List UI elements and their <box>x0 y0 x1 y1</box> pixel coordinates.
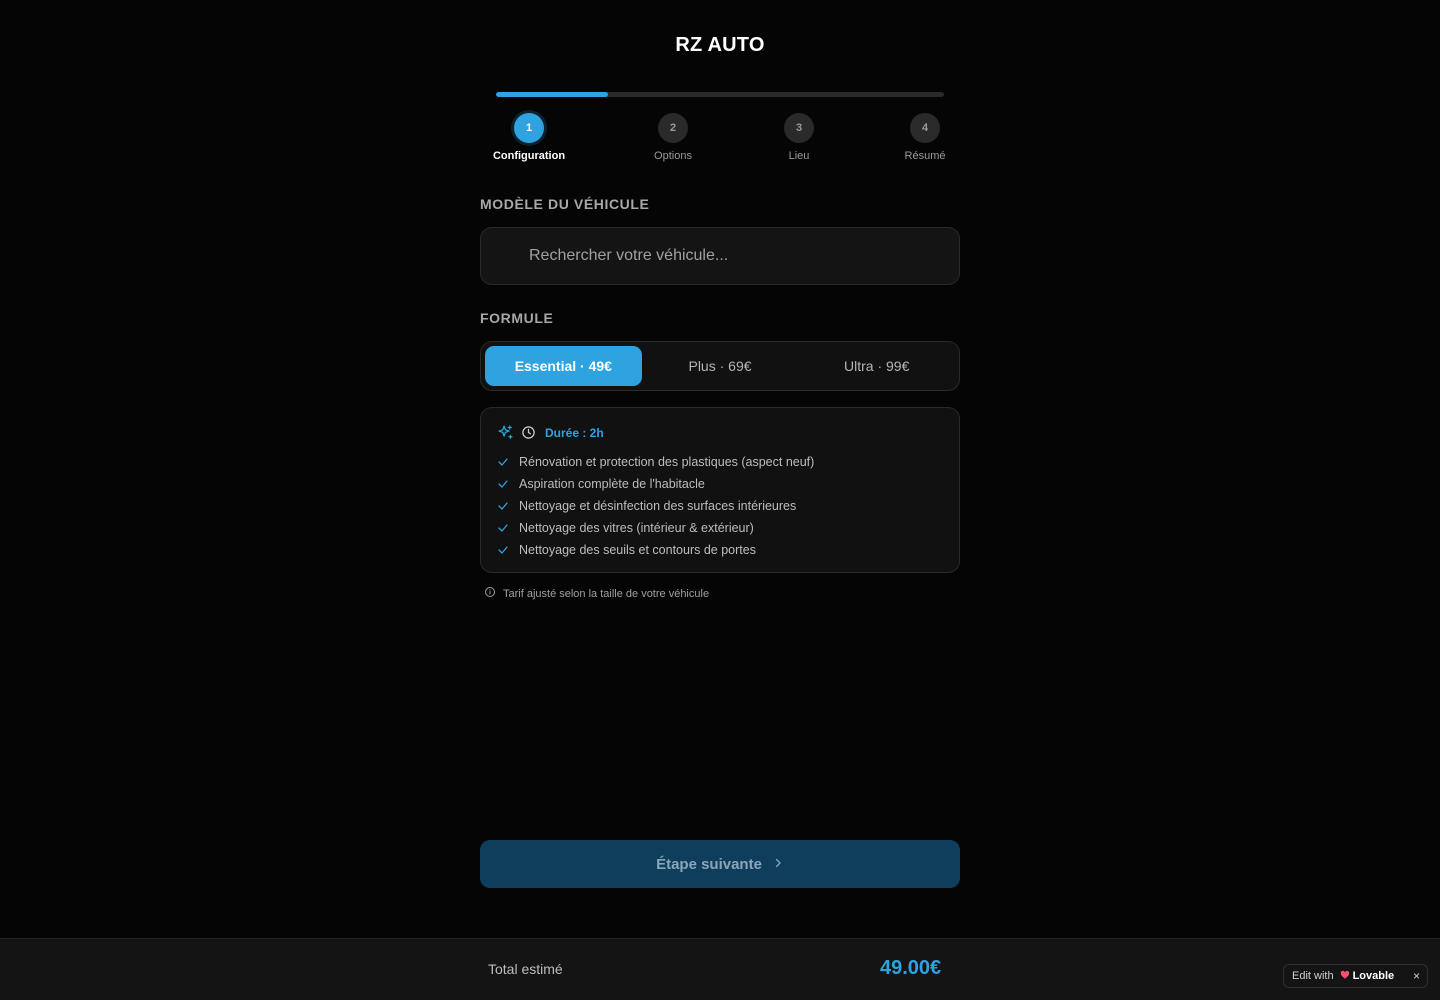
step-label: Configuration <box>492 150 566 162</box>
app-title: RZ AUTO <box>675 34 765 56</box>
vehicle-search-box[interactable] <box>480 227 960 285</box>
edit-with-lovable-badge[interactable]: Edit with Lovable × <box>1283 964 1428 988</box>
list-item: Aspiration complète de l'habitacle <box>497 473 943 495</box>
step-label: Résumé <box>904 150 946 162</box>
lovable-heart-icon <box>1340 970 1350 983</box>
formula-option-plus[interactable]: Plus · 69€ <box>642 346 799 386</box>
formula-selector: Essential · 49€ Plus · 69€ Ultra · 99€ <box>480 341 960 391</box>
feature-text: Nettoyage des seuils et contours de port… <box>519 543 756 557</box>
vehicle-section-label: MODÈLE DU VÉHICULE <box>480 196 650 212</box>
feature-text: Nettoyage et désinfection des surfaces i… <box>519 499 797 513</box>
feature-text: Rénovation et protection des plastiques … <box>519 455 815 469</box>
list-item: Rénovation et protection des plastiques … <box>497 451 943 473</box>
next-step-button[interactable]: Étape suivante <box>480 840 960 888</box>
badge-brand: Lovable <box>1352 970 1395 982</box>
list-item: Nettoyage des seuils et contours de port… <box>497 539 943 561</box>
next-step-label: Étape suivante <box>656 855 762 873</box>
progress-bar <box>496 92 944 97</box>
step-number: 1 <box>514 113 544 143</box>
feature-text: Nettoyage des vitres (intérieur & extéri… <box>519 521 754 535</box>
duration-text: Durée : 2h <box>545 425 604 440</box>
check-icon <box>497 522 511 534</box>
step-configuration[interactable]: 1 Configuration <box>469 113 589 162</box>
formula-section-label: FORMULE <box>480 310 554 326</box>
chevron-right-icon <box>772 856 784 873</box>
info-icon <box>484 586 496 601</box>
sparkles-icon <box>497 424 514 441</box>
progress-fill <box>496 92 608 97</box>
check-icon <box>497 500 511 512</box>
pricing-note: Tarif ajusté selon la taille de votre vé… <box>484 586 709 601</box>
list-item: Nettoyage et désinfection des surfaces i… <box>497 495 943 517</box>
check-icon <box>497 478 511 490</box>
vehicle-search-input[interactable] <box>529 247 959 265</box>
formula-option-ultra[interactable]: Ultra · 99€ <box>798 346 955 386</box>
pricing-note-text: Tarif ajusté selon la taille de votre vé… <box>503 587 710 600</box>
badge-prefix: Edit with <box>1292 970 1334 982</box>
formula-option-essential[interactable]: Essential · 49€ <box>485 346 642 386</box>
step-number: 3 <box>784 113 814 143</box>
feature-list: Rénovation et protection des plastiques … <box>497 451 943 561</box>
formula-details-card: Durée : 2h Rénovation et protection des … <box>480 407 960 573</box>
step-lieu[interactable]: 3 Lieu <box>739 113 859 162</box>
duration-row: Durée : 2h <box>497 424 943 441</box>
step-options[interactable]: 2 Options <box>613 113 733 162</box>
list-item: Nettoyage des vitres (intérieur & extéri… <box>497 517 943 539</box>
total-value: 49.00€ <box>880 957 942 979</box>
clock-icon <box>521 425 536 440</box>
close-icon[interactable]: × <box>1413 969 1420 983</box>
feature-text: Aspiration complète de l'habitacle <box>519 477 705 491</box>
total-footer: Total estimé 49.00€ <box>0 938 1440 1000</box>
total-label: Total estimé <box>488 961 563 977</box>
step-label: Options <box>654 150 692 162</box>
check-icon <box>497 456 511 468</box>
check-icon <box>497 544 511 556</box>
step-number: 4 <box>910 113 940 143</box>
step-number: 2 <box>658 113 688 143</box>
step-label: Lieu <box>788 150 810 162</box>
step-resume[interactable]: 4 Résumé <box>865 113 985 162</box>
